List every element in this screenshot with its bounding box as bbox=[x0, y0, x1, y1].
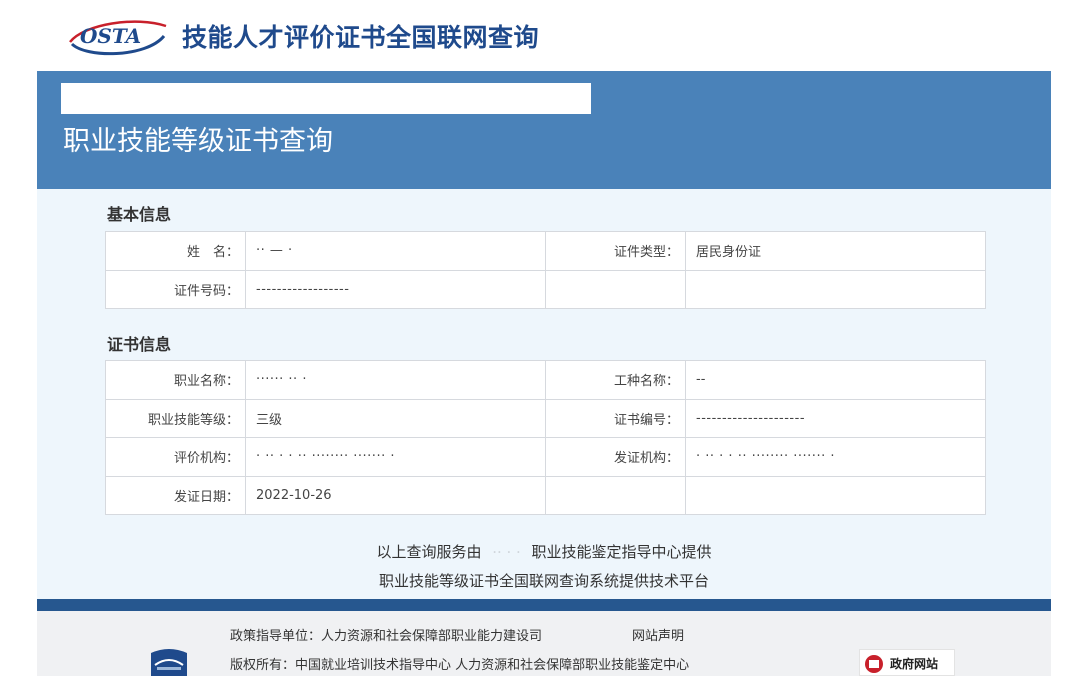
site-statement-link[interactable]: 网站声明 bbox=[632, 625, 684, 644]
service-note-suffix: 职业技能鉴定指导中心提供 bbox=[531, 543, 712, 561]
work-type-value: -- bbox=[685, 360, 986, 400]
cert-info-table: 职业名称： ······ ·· · 工种名称： -- 职业技能等级： 三级 证书… bbox=[105, 360, 986, 515]
service-note-prefix: 以上查询服务由 bbox=[376, 543, 482, 561]
cert-number-label: 证书编号： bbox=[545, 398, 686, 438]
empty-value bbox=[685, 269, 986, 309]
gov-site-icon bbox=[865, 655, 883, 673]
basic-info-title: 基本信息 bbox=[107, 205, 172, 224]
gov-site-badge[interactable]: 政府网站 bbox=[859, 649, 955, 676]
evaluator-value: · ·· · · ·· ········ ······· · bbox=[245, 437, 546, 477]
occupation-value: ······ ·· · bbox=[245, 360, 546, 400]
issuer-label: 发证机构： bbox=[545, 437, 686, 477]
table-row: 职业技能等级： 三级 证书编号： --------------------- bbox=[105, 398, 986, 438]
gov-badge-label: 政府网站 bbox=[890, 657, 939, 671]
table-row: 职业名称： ······ ·· · 工种名称： -- bbox=[105, 360, 986, 400]
service-note: 以上查询服务由 ·· · · 职业技能鉴定指导中心提供 bbox=[37, 541, 1051, 562]
id-number-value: ------------------ bbox=[245, 269, 546, 309]
page-title: 职业技能等级证书查询 bbox=[63, 126, 333, 157]
empty-label bbox=[545, 269, 686, 309]
issue-date-value: 2022-10-26 bbox=[245, 475, 546, 515]
site-footer: 政策指导单位：人力资源和社会保障部职业能力建设司 网站声明 版权所有：中国就业培… bbox=[37, 611, 1051, 676]
platform-note: 职业技能等级证书全国联网查询系统提供技术平台 bbox=[378, 572, 709, 590]
issue-date-label: 发证日期： bbox=[105, 475, 246, 515]
issuer-value: · ·· · · ·· ········ ······· · bbox=[685, 437, 986, 477]
query-result-panel: 基本信息 姓 名： ·· — · 证件类型： 居民身份证 证件号码： -----… bbox=[37, 189, 1051, 599]
logo-text: OSTA bbox=[80, 24, 141, 48]
table-row: 评价机构： · ·· · · ·· ········ ······· · 发证机… bbox=[105, 437, 986, 477]
id-number-label: 证件号码： bbox=[105, 269, 246, 309]
emblem-icon bbox=[151, 649, 187, 676]
page-banner: 职业技能等级证书查询 bbox=[37, 71, 1051, 189]
table-row: 证件号码： ------------------ bbox=[105, 269, 986, 309]
table-row: 姓 名： ·· — · 证件类型： 居民身份证 bbox=[105, 231, 986, 271]
cert-info-title: 证书信息 bbox=[107, 335, 172, 354]
name-label: 姓 名： bbox=[105, 231, 246, 271]
cert-number-value: --------------------- bbox=[685, 398, 986, 438]
copyright-text: 版权所有：中国就业培训技术指导中心 人力资源和社会保障部职业技能鉴定中心 bbox=[230, 658, 690, 673]
work-type-label: 工种名称： bbox=[545, 360, 686, 400]
occupation-label: 职业名称： bbox=[105, 360, 246, 400]
id-type-label: 证件类型： bbox=[545, 231, 686, 271]
site-title: 技能人才评价证书全国联网查询 bbox=[182, 23, 540, 52]
skill-level-value: 三级 bbox=[245, 398, 546, 438]
empty-label bbox=[545, 475, 686, 515]
name-value: ·· — · bbox=[245, 231, 546, 271]
policy-text: 政策指导单位：人力资源和社会保障部职业能力建设司 bbox=[230, 629, 543, 644]
table-row: 发证日期： 2022-10-26 bbox=[105, 475, 986, 515]
redacted-bar bbox=[61, 83, 591, 114]
basic-info-table: 姓 名： ·· — · 证件类型： 居民身份证 证件号码： ----------… bbox=[105, 231, 986, 309]
id-type-value: 居民身份证 bbox=[685, 231, 986, 271]
evaluator-label: 评价机构： bbox=[105, 437, 246, 477]
service-note-masked: ·· · · bbox=[492, 543, 521, 561]
empty-value bbox=[685, 475, 986, 515]
site-header: OSTA 技能人才评价证书全国联网查询 bbox=[0, 0, 1080, 70]
skill-level-label: 职业技能等级： bbox=[105, 398, 246, 438]
osta-logo[interactable]: OSTA bbox=[66, 14, 170, 56]
footer-divider bbox=[37, 599, 1051, 611]
